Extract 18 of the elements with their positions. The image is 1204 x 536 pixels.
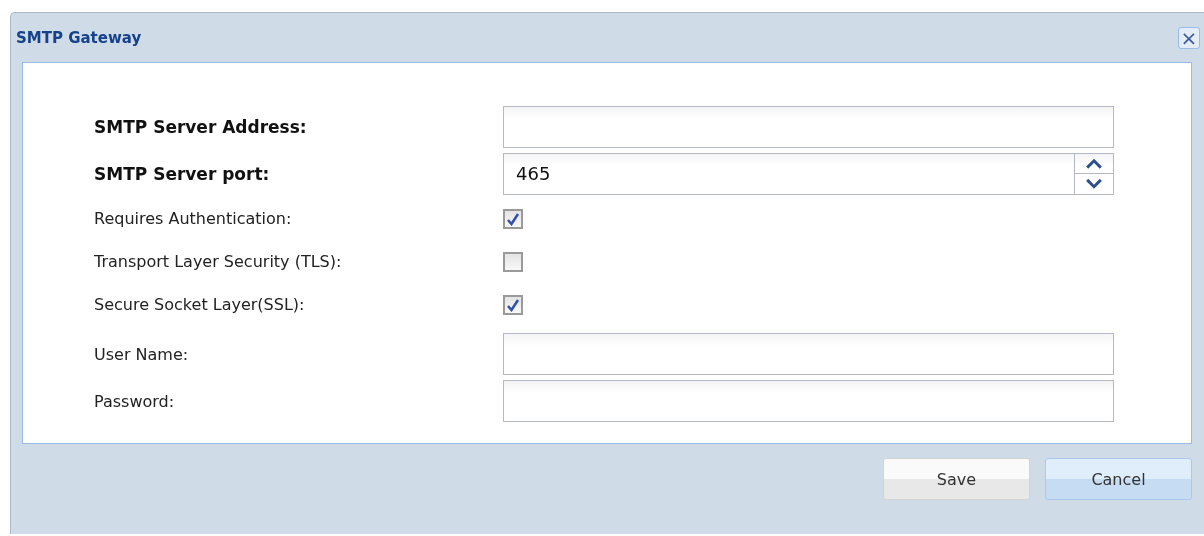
password-field[interactable]	[503, 380, 1114, 422]
input-field[interactable]	[503, 333, 1114, 375]
field-label: Secure Socket Layer(SSL):	[94, 295, 306, 314]
close-button[interactable]: ×	[1178, 26, 1200, 49]
field-label: Requires Authentication:	[94, 209, 293, 228]
input-field[interactable]	[503, 105, 1114, 148]
save-button[interactable]: Save	[883, 458, 1030, 500]
field-label: SMTP Server port:	[94, 163, 271, 184]
field-label: SMTP Server Address:	[94, 116, 308, 137]
field-label: User Name:	[94, 344, 190, 364]
checkbox[interactable]	[503, 294, 523, 315]
number-field[interactable]: 465	[503, 152, 1114, 195]
dialog-title: SMTP Gateway	[16, 28, 142, 47]
checkbox[interactable]	[503, 208, 523, 229]
field-label: Password:	[94, 391, 176, 411]
checkbox[interactable]	[503, 251, 523, 272]
field-label: Transport Layer Security (TLS):	[94, 252, 343, 271]
cancel-button[interactable]: Cancel	[1045, 458, 1192, 500]
